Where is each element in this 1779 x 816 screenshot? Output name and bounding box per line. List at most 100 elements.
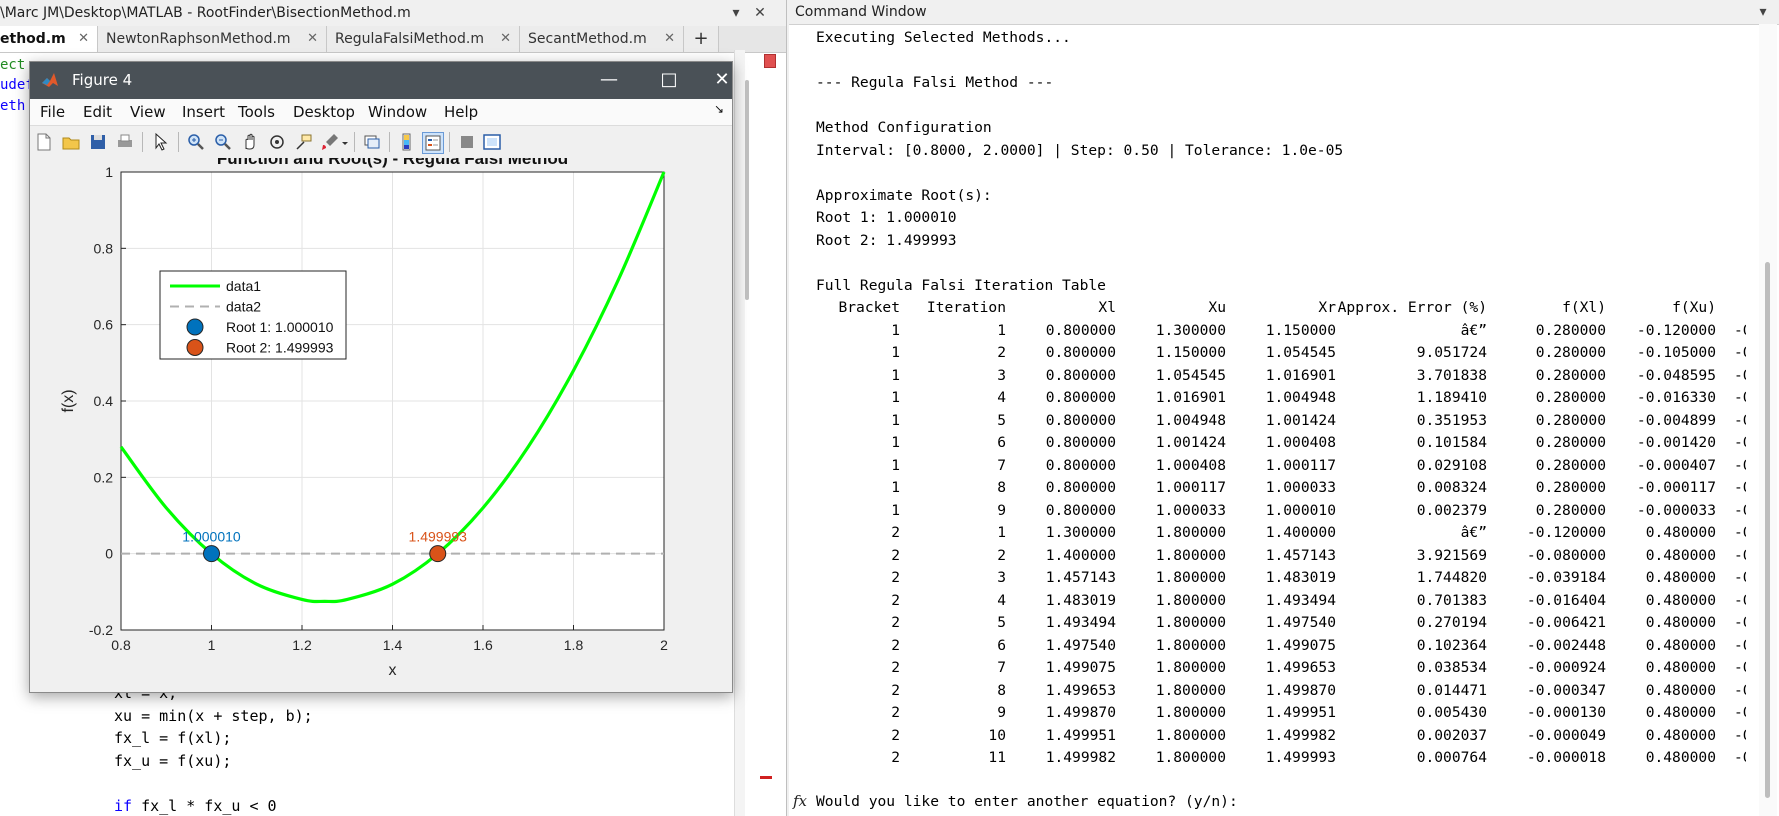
table-cell: -0 bbox=[1734, 366, 1746, 384]
chevron-down-icon[interactable]: ▾ bbox=[728, 5, 744, 21]
x-tick-label: 1.4 bbox=[383, 637, 403, 653]
prompt-text: Would you like to enter another equation… bbox=[816, 793, 1238, 810]
table-cell: 2 bbox=[997, 546, 1006, 564]
table-cell: -0 bbox=[1734, 726, 1746, 744]
table-cell: -0.039184 bbox=[1526, 569, 1606, 586]
brush-icon[interactable] bbox=[320, 132, 340, 152]
warning-marker-icon[interactable] bbox=[760, 776, 772, 779]
close-icon[interactable]: ✕ bbox=[710, 68, 734, 92]
dock-arrow-icon[interactable]: ↘ bbox=[714, 102, 724, 116]
table-cell: 0.000764 bbox=[1416, 749, 1487, 766]
y-tick-label: 0.2 bbox=[94, 469, 114, 485]
rotate-icon[interactable] bbox=[267, 132, 287, 152]
figure-titlebar[interactable]: Figure 4 — □ ✕ bbox=[30, 62, 732, 99]
menu-window[interactable]: Window bbox=[368, 103, 427, 121]
menu-file[interactable]: File bbox=[40, 103, 65, 121]
table-cell: 1.499075 bbox=[1265, 636, 1336, 654]
root-marker-1[interactable] bbox=[203, 545, 221, 563]
table-cell: 2 bbox=[891, 726, 900, 744]
table-cell: 0.280000 bbox=[1535, 411, 1606, 429]
zoom-in-icon[interactable] bbox=[186, 132, 206, 152]
table-cell: 1.001424 bbox=[1265, 411, 1336, 429]
show-plot-tools-icon[interactable] bbox=[482, 132, 502, 152]
table-cell: 2 bbox=[891, 524, 900, 541]
code-line[interactable]: xu = min(x + step, b); bbox=[114, 707, 313, 725]
table-row: 2 1 1.300000 1.800000 1.400000 â€” -0.120000 0.… bbox=[816, 523, 1746, 543]
fx-icon[interactable]: fx bbox=[793, 792, 807, 810]
zoom-out-icon[interactable] bbox=[213, 132, 233, 152]
error-marker-icon[interactable] bbox=[764, 54, 776, 68]
tab-label: RegulaFalsiMethod.m bbox=[335, 31, 484, 47]
table-cell: 1.800000 bbox=[1155, 614, 1226, 631]
open-file-icon[interactable] bbox=[61, 132, 81, 152]
table-cell: 1 bbox=[891, 411, 900, 429]
menu-insert[interactable]: Insert bbox=[182, 103, 225, 121]
print-icon[interactable] bbox=[115, 132, 135, 152]
menu-desktop[interactable]: Desktop bbox=[293, 103, 355, 121]
table-cell: 0.270194 bbox=[1416, 614, 1487, 631]
table-cell: 1.497540 bbox=[1265, 614, 1336, 631]
link-plot-icon[interactable] bbox=[362, 132, 382, 152]
chevron-down-icon[interactable]: ▾ bbox=[1755, 4, 1771, 20]
tab-secant[interactable]: SecantMethod.m ✕ bbox=[520, 26, 684, 52]
table-cell: 1.054545 bbox=[1265, 344, 1336, 361]
table-cell: 1.400000 bbox=[1265, 524, 1336, 541]
table-row: 2 5 1.493494 1.800000 1.497540 0.270194 -0.006… bbox=[816, 613, 1746, 633]
table-cell: 1.300000 bbox=[1155, 321, 1226, 339]
figure-canvas: 0.8 1 1.2 1.4 1.6 1.8 2 -0.2 0 0.2 0.4 0.6 0.8 1 1.000… bbox=[30, 149, 732, 692]
table-cell: 1.000033 bbox=[1265, 479, 1336, 496]
table-cell: 1.800000 bbox=[1155, 546, 1226, 564]
table-cell: 1 bbox=[891, 344, 900, 361]
header-cell: Xr bbox=[1318, 299, 1336, 316]
legend-icon[interactable] bbox=[422, 132, 444, 154]
maximize-icon[interactable]: □ bbox=[657, 68, 681, 92]
legend-entry: Root 1: 1.000010 bbox=[226, 319, 334, 335]
table-cell: 10 bbox=[988, 726, 1006, 744]
data-cursor-icon[interactable] bbox=[294, 132, 314, 152]
brush-dropdown-icon[interactable] bbox=[340, 132, 350, 152]
new-figure-icon[interactable] bbox=[34, 132, 54, 152]
table-cell: 1.000408 bbox=[1265, 434, 1336, 451]
code-line[interactable]: fx_u = f(xu); bbox=[114, 752, 231, 770]
x-tick-label: 2 bbox=[660, 637, 668, 653]
hide-plot-tools-icon[interactable] bbox=[457, 132, 477, 152]
code-line[interactable]: fx_l = f(xl); bbox=[114, 729, 231, 747]
table-cell: -0.120000 bbox=[1526, 524, 1606, 541]
plot-axes[interactable]: 0.8 1 1.2 1.4 1.6 1.8 2 -0.2 0 0.2 0.4 0.6 0.8 1 1.000… bbox=[30, 149, 732, 692]
tab-newton-raphson[interactable]: NewtonRaphsonMethod.m ✕ bbox=[98, 26, 327, 52]
close-icon[interactable]: ✕ bbox=[752, 5, 768, 21]
close-tab-icon[interactable]: ✕ bbox=[307, 26, 318, 52]
menu-tools[interactable]: Tools bbox=[238, 103, 275, 121]
save-icon[interactable] bbox=[88, 132, 108, 152]
menu-view[interactable]: View bbox=[130, 103, 166, 121]
tab-regula-falsi[interactable]: RegulaFalsiMethod.m ✕ bbox=[327, 26, 520, 52]
command-prompt[interactable]: fx Would you like to enter another equat… bbox=[789, 790, 1749, 814]
command-output[interactable]: Executing Selected Methods... --- Regula … bbox=[816, 28, 1746, 788]
root-marker-2[interactable] bbox=[429, 545, 447, 563]
table-cell: â€” bbox=[1460, 524, 1487, 541]
table-cell: 3.921569 bbox=[1416, 546, 1487, 564]
editor-scrollbar[interactable] bbox=[745, 80, 749, 300]
y-tick-label: -0.2 bbox=[89, 622, 113, 638]
table-cell: 5 bbox=[997, 614, 1006, 631]
close-tab-icon[interactable]: ✕ bbox=[664, 26, 675, 52]
x-tick-label: 1.8 bbox=[564, 637, 584, 653]
minimize-icon[interactable]: — bbox=[597, 68, 621, 92]
output-line: Method Configuration bbox=[816, 119, 992, 136]
pointer-icon[interactable] bbox=[151, 132, 171, 152]
code-line-if[interactable]: if fx_l * fx_u < 0 bbox=[114, 797, 277, 815]
close-tab-icon[interactable]: ✕ bbox=[78, 26, 89, 52]
tab-bisection[interactable]: ethod.m ✕ bbox=[0, 26, 98, 52]
table-cell: 0.800000 bbox=[1045, 479, 1116, 496]
menu-edit[interactable]: Edit bbox=[83, 103, 112, 121]
menu-help[interactable]: Help bbox=[444, 103, 478, 121]
add-tab-button[interactable]: + bbox=[684, 26, 719, 52]
table-cell: 1.499993 bbox=[1265, 749, 1336, 766]
pan-icon[interactable] bbox=[240, 132, 260, 152]
command-scrollbar[interactable] bbox=[1765, 262, 1770, 798]
code-fragment: ect bbox=[0, 57, 26, 73]
table-cell: -0 bbox=[1734, 321, 1746, 339]
table-cell: 2 bbox=[891, 659, 900, 676]
close-tab-icon[interactable]: ✕ bbox=[500, 26, 511, 52]
colorbar-icon[interactable] bbox=[397, 132, 417, 152]
